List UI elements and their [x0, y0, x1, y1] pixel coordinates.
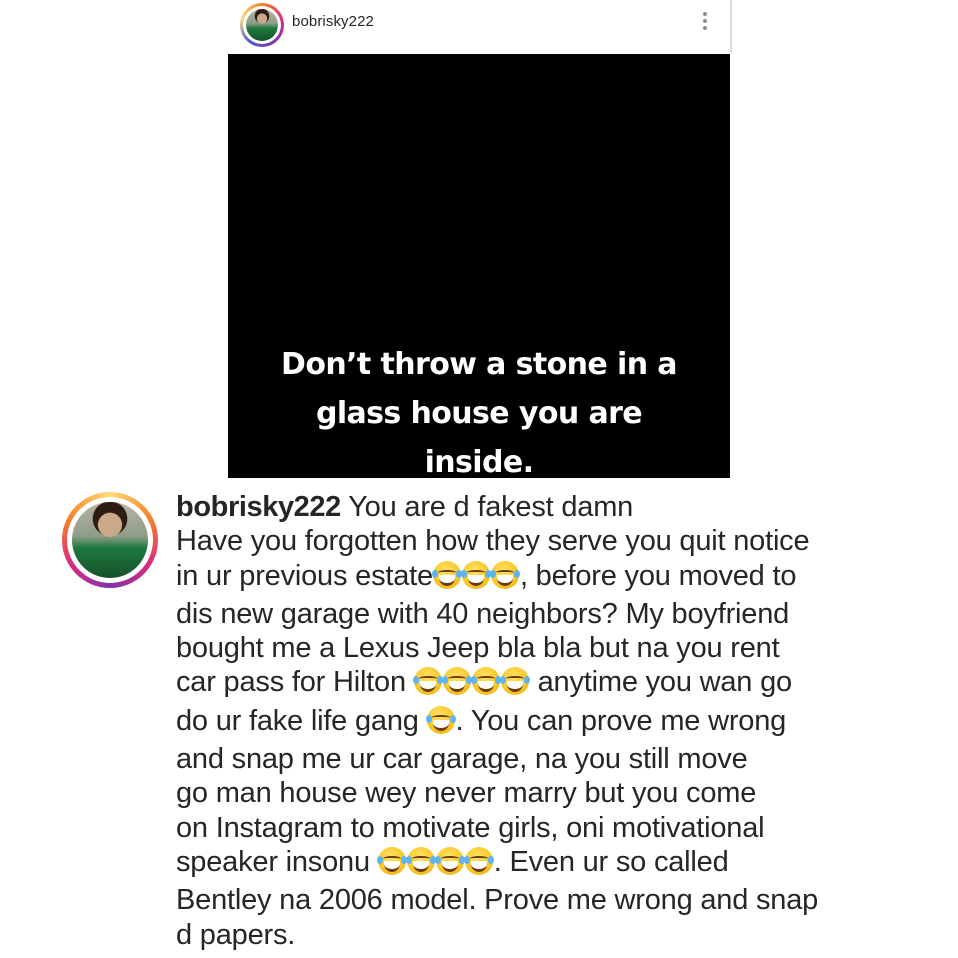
emoji-group	[425, 705, 456, 742]
comment-line: Have you forgotten how they serve you qu…	[176, 525, 810, 558]
comment-line: in ur previous estate , before you moved …	[176, 559, 876, 597]
avatar-photo	[72, 502, 148, 578]
comment-line: do ur fake life gang . You can prove me …	[176, 704, 876, 742]
comment-text-segment: . Even ur so called	[493, 845, 729, 878]
emoji-group	[376, 846, 494, 883]
comment-line: bobrisky222 You are d fakest damn	[176, 490, 876, 524]
comment-avatar[interactable]	[62, 492, 158, 588]
laughing-emoji-icon	[470, 667, 501, 696]
laughing-emoji-icon	[460, 560, 491, 589]
more-options-icon[interactable]	[702, 10, 708, 32]
comment-line: d papers.	[176, 918, 296, 951]
comment-text-segment: You are d fakest damn	[340, 491, 634, 523]
comment-text-segment: do ur fake life gang	[176, 704, 427, 737]
comment-text-segment: speaker insonu	[176, 845, 378, 878]
instagram-post: bobrisky222 Don’t throw a stone in a gla…	[228, 0, 732, 478]
comment-text-segment: anytime you wan go	[529, 666, 793, 699]
comment-line: Bentley na 2006 model. Prove me wrong an…	[176, 884, 819, 917]
comment-line: dis new garage with 40 neighbors? My boy…	[176, 597, 790, 630]
laughing-emoji-icon	[425, 705, 456, 734]
post-header: bobrisky222	[228, 0, 730, 52]
laughing-emoji-icon	[489, 560, 520, 589]
emoji-group	[431, 560, 520, 597]
card-edge	[730, 0, 732, 52]
comment-text-segment: car pass for Hilton	[176, 666, 414, 699]
comment-text-segment: . You can prove me wrong	[455, 704, 787, 737]
comment-text-segment: , before you moved to	[519, 559, 797, 592]
laughing-emoji-icon	[376, 846, 407, 875]
laughing-emoji-icon	[412, 667, 443, 696]
laughing-emoji-icon	[405, 846, 436, 875]
laughing-emoji-icon	[431, 560, 462, 589]
comment-line: on Instagram to motivate girls, oni moti…	[176, 811, 765, 844]
comment-line: car pass for Hilton anytime you wan go	[176, 665, 876, 703]
post-image[interactable]: Don’t throw a stone in a glass house you…	[228, 54, 730, 478]
comment-line: speaker insonu . Even ur so called	[176, 845, 876, 883]
emoji-group	[412, 667, 530, 703]
laughing-emoji-icon	[434, 846, 465, 875]
comment: bobrisky222 You are d fakest damn Have y…	[0, 480, 958, 958]
laughing-emoji-icon	[463, 846, 494, 875]
comment-text-segment: in ur previous estate	[176, 559, 433, 592]
laughing-emoji-icon	[441, 667, 472, 696]
post-quote-text: Don’t throw a stone in a glass house you…	[281, 347, 677, 478]
comment-line: bought me a Lexus Jeep bla bla but na yo…	[176, 632, 780, 665]
laughing-emoji-icon	[499, 667, 530, 696]
post-username[interactable]: bobrisky222	[292, 13, 374, 30]
comment-username[interactable]: bobrisky222	[176, 491, 341, 523]
comment-body: bobrisky222 You are d fakest damn Have y…	[176, 490, 876, 952]
comment-line: and snap me ur car garage, na you still …	[176, 743, 748, 776]
comment-line: go man house wey never marry but you com…	[176, 777, 757, 810]
post-avatar[interactable]	[240, 3, 284, 47]
avatar-photo	[246, 9, 278, 41]
